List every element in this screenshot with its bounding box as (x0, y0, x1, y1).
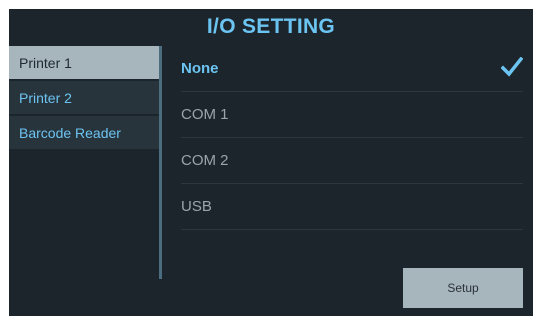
sidebar-item-barcode-reader[interactable]: Barcode Reader (9, 116, 159, 150)
page-title: I/O SETTING (206, 15, 336, 38)
io-setting-screen: I/O SETTING Printer 1 Printer 2 Barcode … (9, 9, 533, 316)
sidebar-item-printer-1[interactable]: Printer 1 (9, 46, 159, 80)
option-label: None (181, 60, 219, 77)
option-row-none[interactable]: None (181, 46, 523, 92)
sidebar-item-printer-2[interactable]: Printer 2 (9, 81, 159, 115)
option-row-usb[interactable]: USB (181, 184, 523, 230)
option-label: USB (181, 198, 212, 215)
sidebar: Printer 1 Printer 2 Barcode Reader (9, 46, 161, 316)
option-label: COM 2 (181, 152, 229, 169)
sidebar-scrollbar[interactable] (159, 46, 162, 279)
option-label: COM 1 (181, 106, 229, 123)
option-row-com-2[interactable]: COM 2 (181, 138, 523, 184)
setup-button[interactable]: Setup (403, 268, 523, 308)
option-row-com-1[interactable]: COM 1 (181, 92, 523, 138)
check-icon (501, 57, 523, 77)
header-bar: I/O SETTING (9, 9, 533, 45)
